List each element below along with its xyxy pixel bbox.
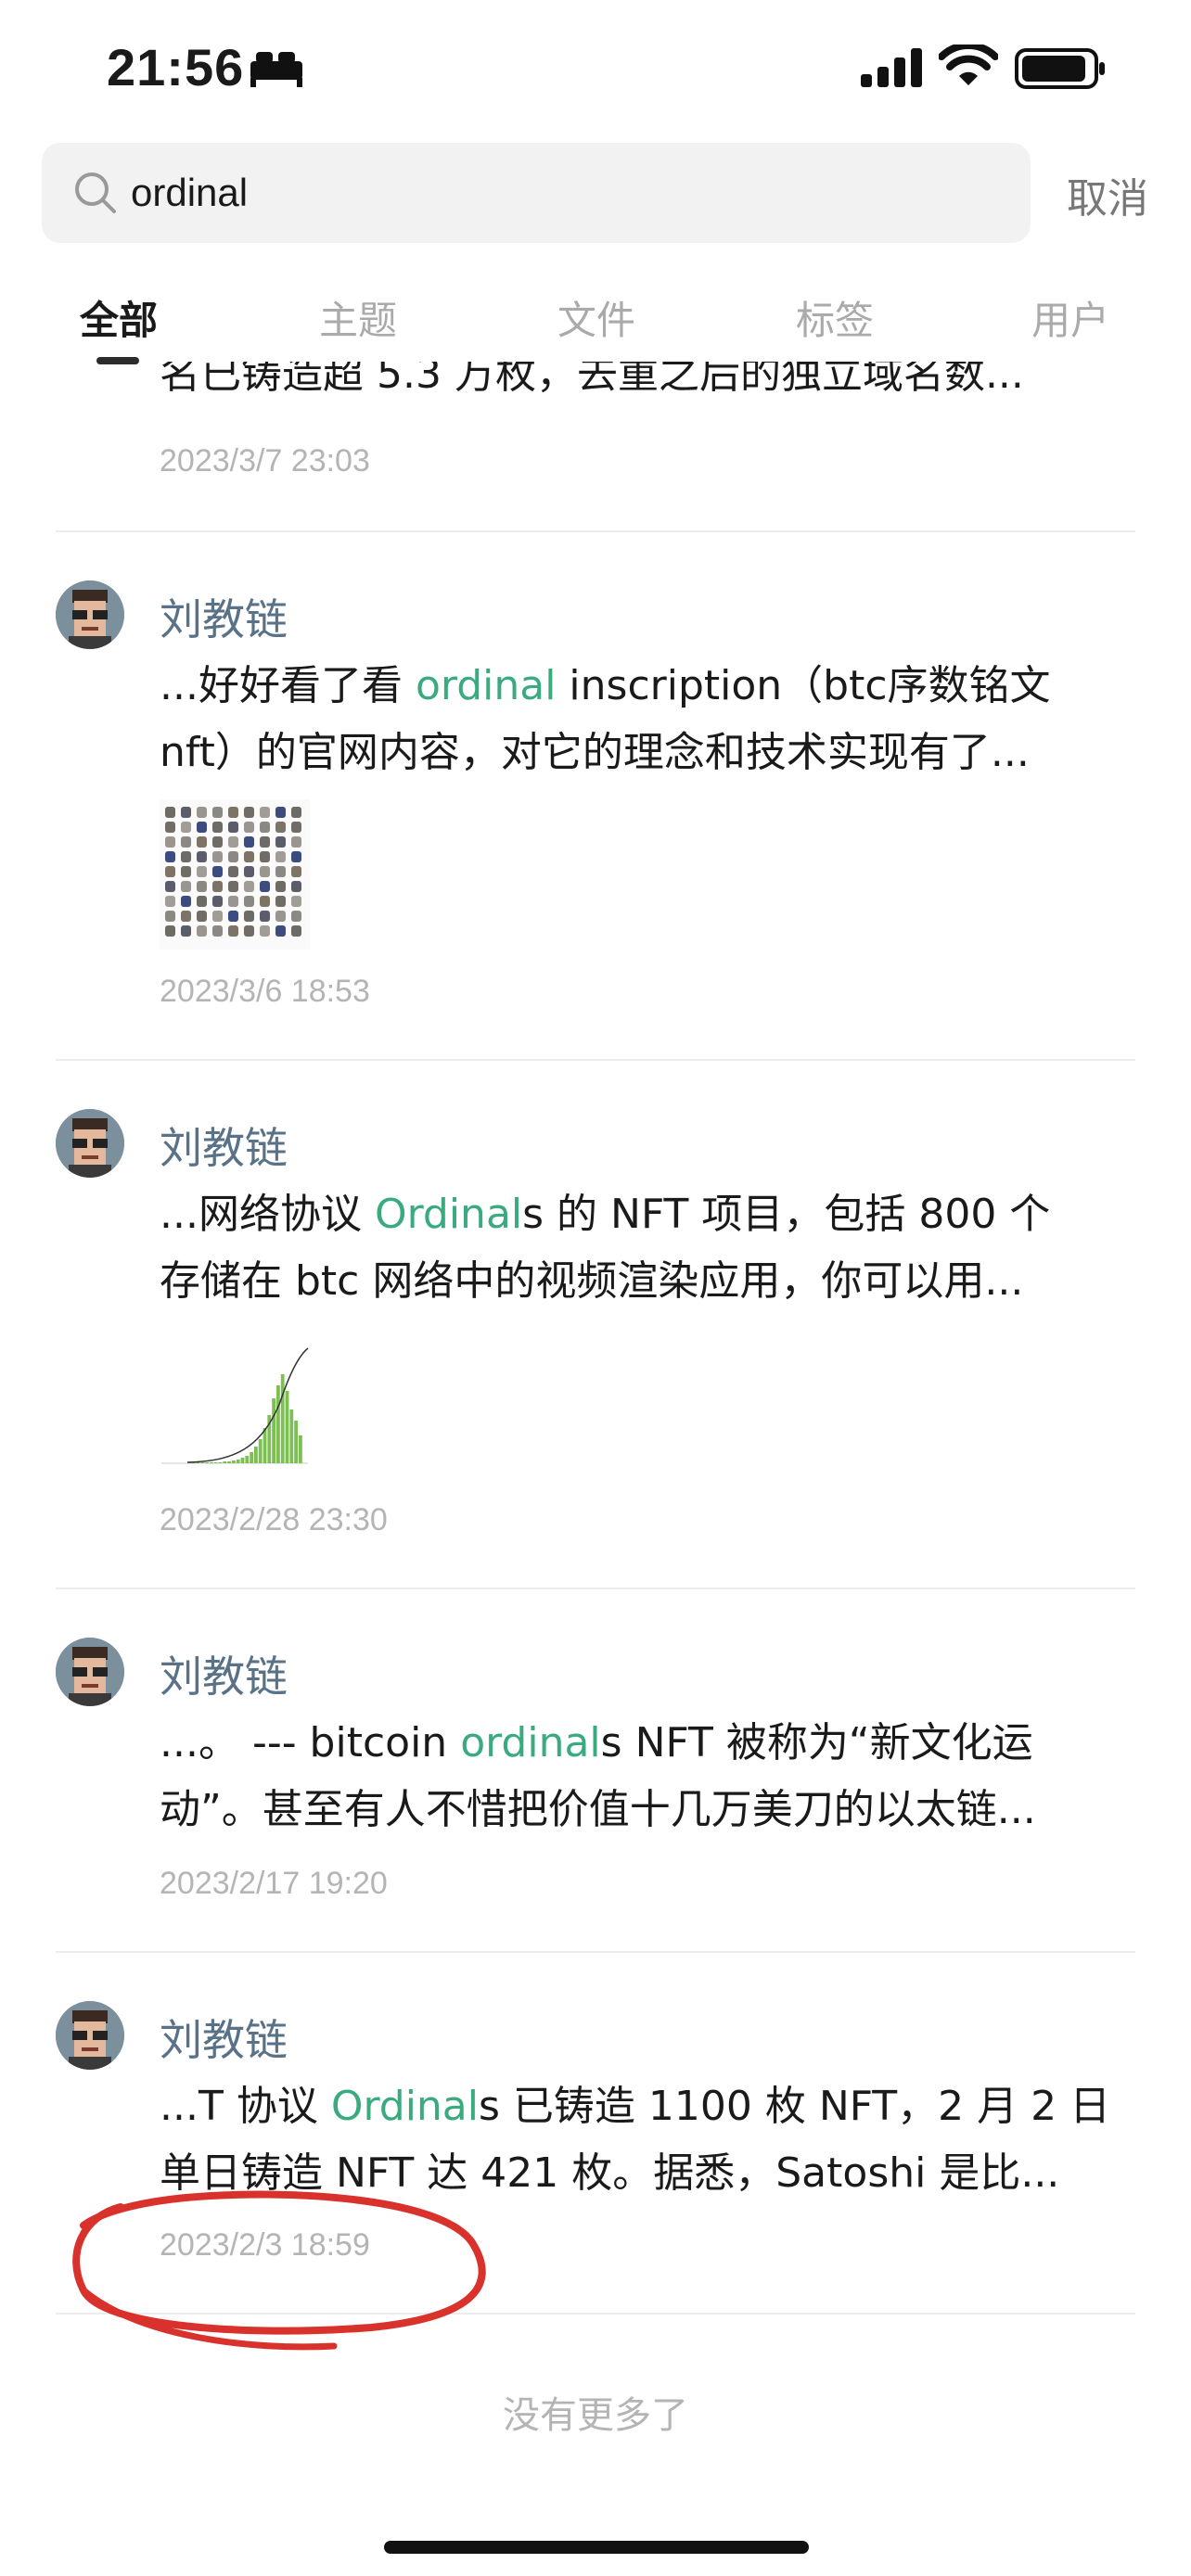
battery-icon: [1015, 48, 1105, 89]
avatar: [56, 1109, 124, 1178]
result-author[interactable]: 刘教链: [160, 1643, 288, 1704]
avatar-pixel-face-icon: [56, 1109, 124, 1178]
cellular-signal-icon: [861, 48, 922, 87]
result-thumbnail-image[interactable]: [160, 799, 310, 950]
search-icon: [75, 172, 116, 213]
tab-topics[interactable]: 主题: [319, 289, 397, 346]
result-date: 2023/2/28 23:30: [160, 1502, 388, 1537]
search-highlight: Ordinal: [374, 1191, 523, 1238]
divider: [56, 1588, 1135, 1589]
avatar-pixel-face-icon: [56, 580, 124, 649]
search-input[interactable]: [131, 163, 966, 223]
result-author[interactable]: 刘教链: [160, 1115, 288, 1176]
result-snippet: 名已铸造超 5.3 万枚，去重之后的独立域名数...: [160, 362, 1143, 410]
tab-all[interactable]: 全部: [80, 289, 158, 346]
home-indicator[interactable]: [384, 2541, 809, 2554]
result-snippet: ...。 --- bitcoin ordinals NFT 被称为“新文化运 动…: [160, 1710, 1143, 1843]
avatar-pixel-face-icon: [56, 2001, 124, 2070]
search-highlight: Ordinal: [330, 2083, 479, 2130]
avatar-pixel-face-icon: [56, 1638, 124, 1706]
search-bar: [42, 143, 1031, 243]
tab-tags[interactable]: 标签: [796, 289, 874, 346]
tab-files[interactable]: 文件: [557, 289, 635, 346]
sleep-focus-icon: [250, 52, 302, 87]
avatar: [56, 580, 124, 649]
tab-bar: 全部 主题 文件 标签 用户: [0, 278, 1191, 371]
result-date: 2023/3/7 23:03: [160, 443, 370, 478]
result-snippet: ...网络协议 Ordinals 的 NFT 项目，包括 800 个 存储在 b…: [160, 1181, 1143, 1315]
divider: [56, 1059, 1135, 1061]
status-time: 21:56: [107, 38, 245, 96]
avatar: [56, 1638, 124, 1706]
snippet-line: ...。 --- bitcoin ordinals NFT 被称为“新文化运: [160, 1719, 1033, 1766]
result-author[interactable]: 刘教链: [160, 586, 288, 647]
pixel-art-grid-icon: [165, 807, 301, 937]
divider: [56, 530, 1135, 532]
result-snippet: ...T 协议 Ordinals 已铸造 1100 枚 NFT，2 月 2 日 …: [160, 2073, 1143, 2207]
divider: [56, 1951, 1135, 1953]
search-highlight: ordinal: [415, 662, 557, 709]
snippet-line: 存储在 btc 网络中的视频渲染应用，你可以用...: [160, 1257, 1024, 1305]
snippet-line: 动”。甚至有人不惜把价值十几万美刀的以太链...: [160, 1786, 1036, 1833]
tab-users[interactable]: 用户: [1031, 289, 1109, 346]
tab-active-indicator: [96, 357, 139, 364]
snippet-line: nft）的官网内容，对它的理念和技术实现有了...: [160, 729, 1030, 776]
result-snippet: ...好好看了看 ordinal inscription（btc序数铭文 nft…: [160, 653, 1143, 786]
status-bar: 21:56: [0, 0, 1191, 139]
result-author[interactable]: 刘教链: [160, 2007, 288, 2068]
wifi-icon: [939, 45, 998, 85]
red-circle-annotation: [72, 2190, 486, 2351]
snippet-line: ...T 协议 Ordinals 已铸造 1100 枚 NFT，2 月 2 日: [160, 2083, 1111, 2130]
snippet-line: ...网络协议 Ordinals 的 NFT 项目，包括 800 个: [160, 1191, 1051, 1238]
result-date: 2023/2/17 19:20: [160, 1866, 388, 1901]
no-more-results-text: 没有更多了: [503, 2394, 688, 2437]
avatar: [56, 2001, 124, 2070]
bar-chart-thumbnail-icon: [161, 1347, 309, 1464]
snippet-line: 名已铸造超 5.3 万枚，去重之后的独立域名数...: [160, 362, 1024, 398]
snippet-line: ...好好看了看 ordinal inscription（btc序数铭文: [160, 662, 1051, 709]
result-date: 2023/3/6 18:53: [160, 974, 370, 1009]
cancel-button[interactable]: 取消: [1067, 165, 1148, 224]
search-highlight: ordinal: [460, 1719, 601, 1766]
result-thumbnail-image[interactable]: [160, 1328, 310, 1478]
